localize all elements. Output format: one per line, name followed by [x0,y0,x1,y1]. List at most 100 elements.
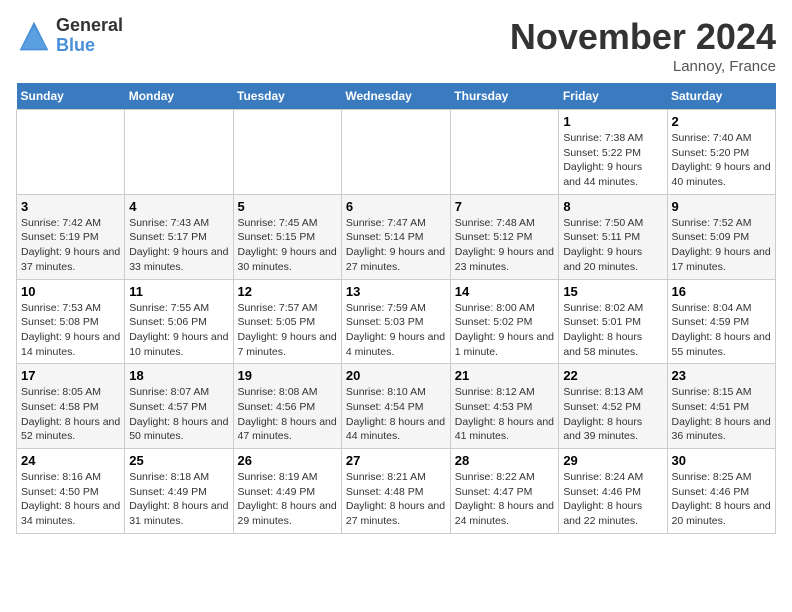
day-info: Sunrise: 7:38 AM Sunset: 5:22 PM Dayligh… [563,131,662,190]
day-number: 24 [21,453,120,468]
calendar-cell: 11Sunrise: 7:55 AM Sunset: 5:06 PM Dayli… [125,279,233,364]
day-info: Sunrise: 8:18 AM Sunset: 4:49 PM Dayligh… [129,470,228,529]
calendar-cell: 27 Sunrise: 8:21 AM Sunset: 4:48 PM Dayli… [341,449,450,534]
calendar-cell: 26 Sunrise: 8:19 AM Sunset: 4:49 PM Dayli… [233,449,341,534]
calendar-week-3: 10Sunrise: 7:53 AM Sunset: 5:08 PM Dayli… [17,279,776,364]
calendar-cell: 5 Sunrise: 7:45 AM Sunset: 5:15 PM Daylig… [233,194,341,279]
col-sunday: Sunday [17,83,125,110]
calendar-cell: 2 Sunrise: 7:40 AM Sunset: 5:20 PM Daylig… [667,110,776,195]
day-info: Sunrise: 7:40 AM Sunset: 5:20 PM Dayligh… [672,131,772,190]
calendar-cell: 14 Sunrise: 8:00 AM Sunset: 5:02 PM Dayli… [450,279,559,364]
calendar-cell [341,110,450,195]
col-saturday: Saturday [667,83,776,110]
day-number: 8 [563,199,662,214]
day-info: Sunrise: 8:10 AM Sunset: 4:54 PM Dayligh… [346,385,446,444]
col-tuesday: Tuesday [233,83,341,110]
day-number: 25 [129,453,228,468]
day-number: 2 [672,114,772,129]
day-info: Sunrise: 7:53 AM Sunset: 5:08 PM Dayligh… [21,301,120,360]
calendar-cell: 3 Sunrise: 7:42 AM Sunset: 5:19 PM Daylig… [17,194,125,279]
calendar-cell: 6 Sunrise: 7:47 AM Sunset: 5:14 PM Daylig… [341,194,450,279]
day-number: 30 [672,453,772,468]
calendar-week-1: 1 Sunrise: 7:38 AM Sunset: 5:22 PM Daylig… [17,110,776,195]
calendar-cell: 18 Sunrise: 8:07 AM Sunset: 4:57 PM Dayli… [125,364,233,449]
month-title: November 2024 [510,16,776,58]
calendar-cell: 19 Sunrise: 8:08 AM Sunset: 4:56 PM Dayli… [233,364,341,449]
day-number: 6 [346,199,446,214]
day-info: Sunrise: 8:00 AM Sunset: 5:02 PM Dayligh… [455,301,555,360]
day-number: 27 [346,453,446,468]
col-friday: Friday [559,83,667,110]
day-info: Sunrise: 8:25 AM Sunset: 4:46 PM Dayligh… [672,470,772,529]
calendar-cell: 13 Sunrise: 7:59 AM Sunset: 5:03 PM Dayli… [341,279,450,364]
col-monday: Monday [125,83,233,110]
day-info: Sunrise: 8:07 AM Sunset: 4:57 PM Dayligh… [129,385,228,444]
day-number: 14 [455,284,555,299]
day-number: 12 [238,284,337,299]
day-number: 1 [563,114,662,129]
calendar-cell: 9Sunrise: 7:52 AM Sunset: 5:09 PM Daylig… [667,194,776,279]
day-number: 20 [346,368,446,383]
day-info: Sunrise: 7:45 AM Sunset: 5:15 PM Dayligh… [238,216,337,275]
calendar-cell: 15Sunrise: 8:02 AM Sunset: 5:01 PM Dayli… [559,279,667,364]
day-info: Sunrise: 8:05 AM Sunset: 4:58 PM Dayligh… [21,385,120,444]
day-info: Sunrise: 7:59 AM Sunset: 5:03 PM Dayligh… [346,301,446,360]
calendar-week-2: 3 Sunrise: 7:42 AM Sunset: 5:19 PM Daylig… [17,194,776,279]
calendar-cell [450,110,559,195]
day-number: 16 [672,284,772,299]
logo-text: General Blue [56,16,123,56]
calendar-cell: 4 Sunrise: 7:43 AM Sunset: 5:17 PM Daylig… [125,194,233,279]
calendar-cell: 16Sunrise: 8:04 AM Sunset: 4:59 PM Dayli… [667,279,776,364]
day-info: Sunrise: 7:52 AM Sunset: 5:09 PM Dayligh… [672,216,772,275]
day-number: 19 [238,368,337,383]
calendar-cell: 10Sunrise: 7:53 AM Sunset: 5:08 PM Dayli… [17,279,125,364]
location-label: Lannoy, France [510,58,776,75]
calendar-cell [17,110,125,195]
day-info: Sunrise: 7:47 AM Sunset: 5:14 PM Dayligh… [346,216,446,275]
logo: General Blue [16,16,123,56]
day-number: 5 [238,199,337,214]
calendar-cell: 23 Sunrise: 8:15 AM Sunset: 4:51 PM Dayli… [667,364,776,449]
day-info: Sunrise: 7:57 AM Sunset: 5:05 PM Dayligh… [238,301,337,360]
day-info: Sunrise: 8:21 AM Sunset: 4:48 PM Dayligh… [346,470,446,529]
col-thursday: Thursday [450,83,559,110]
logo-blue-label: Blue [56,36,123,56]
calendar-cell: 24 Sunrise: 8:16 AM Sunset: 4:50 PM Dayli… [17,449,125,534]
page-header: General Blue November 2024 Lannoy, Franc… [16,16,776,75]
day-number: 18 [129,368,228,383]
day-number: 4 [129,199,228,214]
day-info: Sunrise: 8:15 AM Sunset: 4:51 PM Dayligh… [672,385,772,444]
calendar-cell: 21 Sunrise: 8:12 AM Sunset: 4:53 PM Dayli… [450,364,559,449]
day-info: Sunrise: 8:02 AM Sunset: 5:01 PM Dayligh… [563,301,662,360]
day-number: 21 [455,368,555,383]
day-info: Sunrise: 7:48 AM Sunset: 5:12 PM Dayligh… [455,216,555,275]
day-number: 13 [346,284,446,299]
day-info: Sunrise: 8:19 AM Sunset: 4:49 PM Dayligh… [238,470,337,529]
calendar-table: Sunday Monday Tuesday Wednesday Thursday… [16,83,776,534]
logo-icon [16,18,52,54]
day-info: Sunrise: 8:08 AM Sunset: 4:56 PM Dayligh… [238,385,337,444]
calendar-cell: 20 Sunrise: 8:10 AM Sunset: 4:54 PM Dayli… [341,364,450,449]
calendar-cell: 1 Sunrise: 7:38 AM Sunset: 5:22 PM Daylig… [559,110,667,195]
logo-general-label: General [56,16,123,36]
calendar-body: 1 Sunrise: 7:38 AM Sunset: 5:22 PM Daylig… [17,110,776,534]
calendar-cell [125,110,233,195]
calendar-cell: 28Sunrise: 8:22 AM Sunset: 4:47 PM Dayli… [450,449,559,534]
day-info: Sunrise: 8:16 AM Sunset: 4:50 PM Dayligh… [21,470,120,529]
col-wednesday: Wednesday [341,83,450,110]
day-info: Sunrise: 7:42 AM Sunset: 5:19 PM Dayligh… [21,216,120,275]
day-number: 7 [455,199,555,214]
day-number: 26 [238,453,337,468]
calendar-cell: 30 Sunrise: 8:25 AM Sunset: 4:46 PM Dayli… [667,449,776,534]
title-area: November 2024 Lannoy, France [510,16,776,75]
day-number: 3 [21,199,120,214]
day-info: Sunrise: 8:22 AM Sunset: 4:47 PM Dayligh… [455,470,555,529]
header-row: Sunday Monday Tuesday Wednesday Thursday… [17,83,776,110]
day-info: Sunrise: 8:12 AM Sunset: 4:53 PM Dayligh… [455,385,555,444]
day-info: Sunrise: 7:55 AM Sunset: 5:06 PM Dayligh… [129,301,228,360]
calendar-week-4: 17Sunrise: 8:05 AM Sunset: 4:58 PM Dayli… [17,364,776,449]
day-info: Sunrise: 7:50 AM Sunset: 5:11 PM Dayligh… [563,216,662,275]
day-number: 23 [672,368,772,383]
day-info: Sunrise: 7:43 AM Sunset: 5:17 PM Dayligh… [129,216,228,275]
calendar-cell: 22Sunrise: 8:13 AM Sunset: 4:52 PM Dayli… [559,364,667,449]
